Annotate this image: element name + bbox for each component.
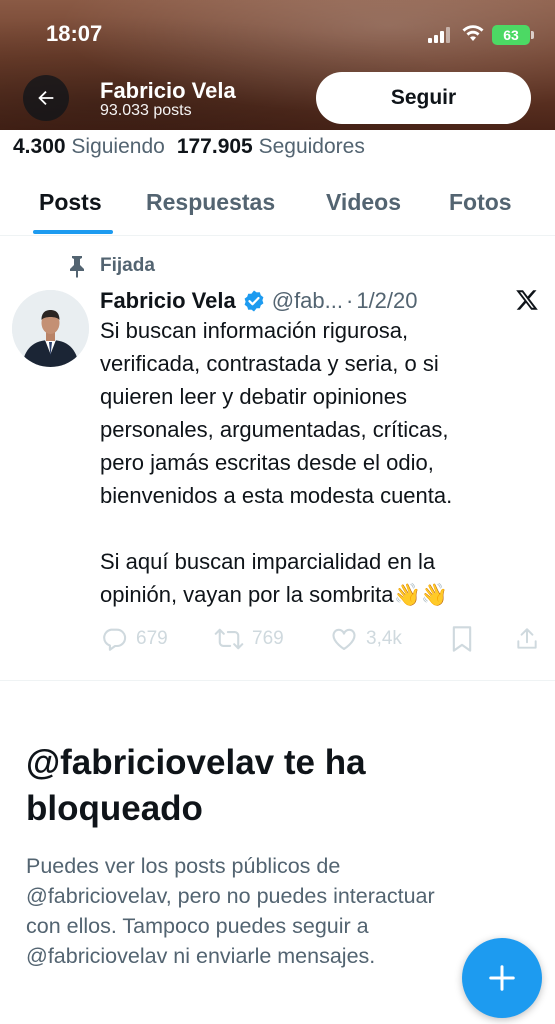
- post-author-name[interactable]: Fabricio Vela: [100, 288, 236, 314]
- share-icon: [517, 628, 537, 649]
- profile-header: 18:07 63 Fabricio Vela 93.033 posts Segu…: [0, 0, 555, 130]
- following-count: 4.300: [13, 135, 66, 158]
- followers-count: 177.905: [176, 135, 253, 158]
- post-text-line: bienvenidos a esta modesta cuenta.: [100, 483, 453, 508]
- reply-button[interactable]: 679: [100, 624, 168, 654]
- separator-dot: ·: [346, 288, 354, 313]
- post-text-line: [100, 512, 540, 545]
- bookmark-button[interactable]: [450, 624, 482, 654]
- profile-tabs: Posts Respuestas Videos Fotos: [0, 172, 555, 236]
- follow-button[interactable]: Seguir: [316, 72, 531, 124]
- blocked-description-line: @fabriciovelav ni enviarle mensajes.: [26, 944, 376, 968]
- bookmark-icon: [452, 626, 472, 652]
- post-text-line: opinión, vayan por la sombrita👋👋: [100, 582, 449, 607]
- followers-stat[interactable]: 177.905 Seguidores: [177, 135, 365, 158]
- post-date[interactable]: 1/2/20: [356, 288, 417, 314]
- post-text-line: Si buscan información rigurosa,: [100, 318, 409, 343]
- tab-posts[interactable]: Posts: [39, 189, 102, 216]
- reply-count: 679: [136, 628, 168, 649]
- wifi-icon: [462, 25, 484, 41]
- status-time: 18:07: [46, 21, 103, 46]
- header-post-count: 93.033 posts: [100, 102, 192, 119]
- like-icon: [332, 628, 356, 650]
- tab-videos[interactable]: Videos: [326, 189, 401, 216]
- post-text-line: Si aquí buscan imparcialidad en la: [100, 549, 436, 574]
- tab-replies[interactable]: Respuestas: [146, 189, 275, 216]
- post-text-line: quieren leer y debatir opiniones: [100, 384, 407, 409]
- back-arrow-icon: [38, 90, 54, 106]
- avatar[interactable]: [12, 290, 89, 367]
- post-text-line: verificada, contrastada y seria, o si: [100, 351, 439, 376]
- pinned-label: Fijada: [100, 255, 155, 276]
- blocked-description-line: con ellos. Tampoco puedes seguir a: [26, 914, 369, 938]
- share-button[interactable]: [514, 624, 548, 654]
- post-actions: 679 769 3,4k: [100, 624, 540, 654]
- following-stat[interactable]: 4.300 Siguiendo: [13, 135, 165, 158]
- followers-label: Seguidores: [258, 135, 365, 158]
- post-text[interactable]: Si buscan información rigurosa, verifica…: [100, 314, 540, 611]
- following-label: Siguiendo: [71, 135, 165, 158]
- header-profile-name: Fabricio Vela: [100, 78, 236, 103]
- follow-stats: 4.300 Siguiendo 177.905 Seguidores: [13, 135, 365, 159]
- x-logo-icon: [516, 290, 538, 310]
- post-author-handle[interactable]: @fab...: [272, 288, 343, 314]
- back-button[interactable]: [23, 75, 69, 121]
- post-text-line: pero jamás escritas desde el odio,: [100, 450, 434, 475]
- cellular-signal-icon: [428, 27, 454, 43]
- pin-icon: [70, 256, 84, 278]
- post-header: Fabricio Vela @fab... · 1/2/20: [100, 286, 418, 316]
- tab-photos[interactable]: Fotos: [449, 189, 512, 216]
- active-tab-indicator: [33, 230, 113, 234]
- repost-button[interactable]: 769: [214, 624, 284, 654]
- pinned-indicator: Fijada: [66, 254, 155, 278]
- repost-count: 769: [252, 628, 284, 649]
- avatar-image: [12, 290, 89, 367]
- verified-badge-icon: [244, 290, 264, 312]
- blocked-title: @fabriciovelav te ha bloqueado: [26, 743, 366, 828]
- reply-icon: [103, 628, 127, 651]
- battery-indicator: 63: [492, 25, 534, 45]
- compose-button[interactable]: [462, 938, 542, 1018]
- like-button[interactable]: 3,4k: [330, 624, 402, 654]
- like-count: 3,4k: [366, 628, 402, 649]
- blocked-description-line: Puedes ver los posts públicos de: [26, 854, 341, 878]
- blocked-description: Puedes ver los posts públicos de @fabric…: [26, 851, 526, 971]
- repost-icon: [214, 628, 244, 650]
- section-divider: [0, 680, 555, 681]
- post-text-line: personales, argumentadas, críticas,: [100, 417, 449, 442]
- blocked-description-line: @fabriciovelav, pero no puedes interactu…: [26, 884, 435, 908]
- status-bar: 18:07 63: [0, 0, 555, 64]
- compose-plus-icon: [489, 965, 515, 991]
